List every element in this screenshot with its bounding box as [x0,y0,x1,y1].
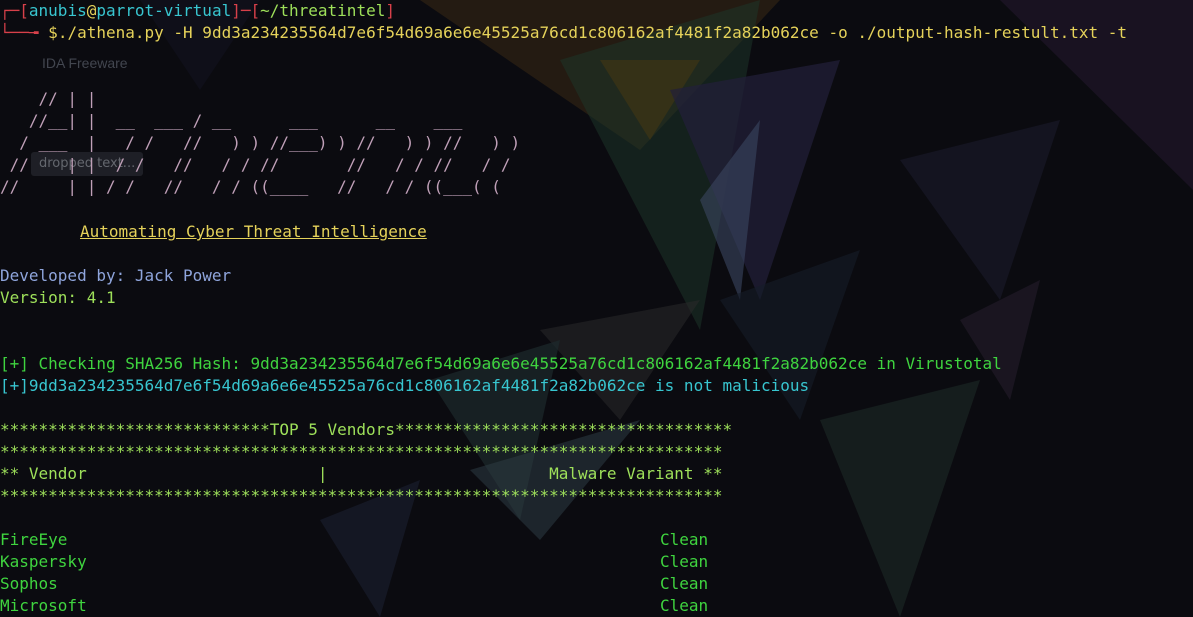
vendor-table-header: ** Vendor | Malware Variant ** [0,464,723,483]
prompt-bracket-close: ] [385,1,395,20]
prompt-bracket: ]─[ [231,1,261,20]
vendor-variant: Clean [660,530,709,549]
hash-verdict: [+]9dd3a234235564d7e6f54d69a6e6e45525a76… [0,376,810,395]
banner-ascii-line: // | | [0,89,97,108]
command-line[interactable]: └──╼ $./athena.py -H 9dd3a234235564d7e6f… [0,22,1127,44]
vendor-row: Sophos Clean [0,573,708,595]
vendor-row: FireEye Clean [0,529,708,551]
vendor-name: Sophos [0,574,58,593]
vendor-table-title: ****************************TOP 5 Vendor… [0,420,733,439]
banner-tagline-row: Automating Cyber Threat Intelligence [80,221,427,243]
vendor-variant: Clean [660,574,709,593]
prompt-dollar: $ [48,23,58,42]
terminal-window[interactable]: IDA Freeware dropped text... ┌─[anubis@p… [0,0,1193,617]
prompt-header: ┌─[anubis@parrot-virtual]─[~/threatintel… [0,0,395,22]
banner-ascii-line: / ___ | / / // ) ) //___) ) // ) ) // ) … [0,133,521,152]
banner-ascii-line: // | | / / // / / ((____ // / / ((___( ( [0,177,501,196]
vendor-variant: Clean [660,596,709,615]
prompt-directory: ~/threatintel [260,1,386,20]
wallpaper-polygons [140,0,1193,617]
checking-hash-status: [+] Checking SHA256 Hash: 9dd3a234235564… [0,354,1002,373]
banner-ascii-line: // | | / / // / / // // / / // / / [0,155,511,174]
developer-credit: Developed by: Jack Power [0,266,232,285]
vendor-row: Kaspersky Clean [0,551,708,573]
prompt-host: parrot-virtual [96,1,232,20]
background-window-label: IDA Freeware [42,55,128,71]
vendor-variant: Clean [660,552,709,571]
version-label: Version: 4.1 [0,288,116,307]
vendor-row: Microsoft Clean [0,595,708,617]
prompt-corner: ┌─[ [0,1,29,20]
prompt-arrow: └──╼ [0,23,49,42]
vendor-name: Microsoft [0,596,87,615]
vendor-name: FireEye [0,530,68,549]
command-text: ./athena.py -H 9dd3a234235564d7e6f54d69a… [57,23,1128,42]
vendor-name: Kaspersky [0,552,87,571]
prompt-at: @ [86,1,97,20]
banner-ascii-line: //__| | __ ___ / __ ___ __ ___ [0,111,463,130]
prompt-user: anubis [28,1,87,20]
banner-tagline: Automating Cyber Threat Intelligence [80,222,427,241]
vendor-table-separator: ****************************************… [0,442,723,461]
vendor-table-separator: ****************************************… [0,486,723,505]
